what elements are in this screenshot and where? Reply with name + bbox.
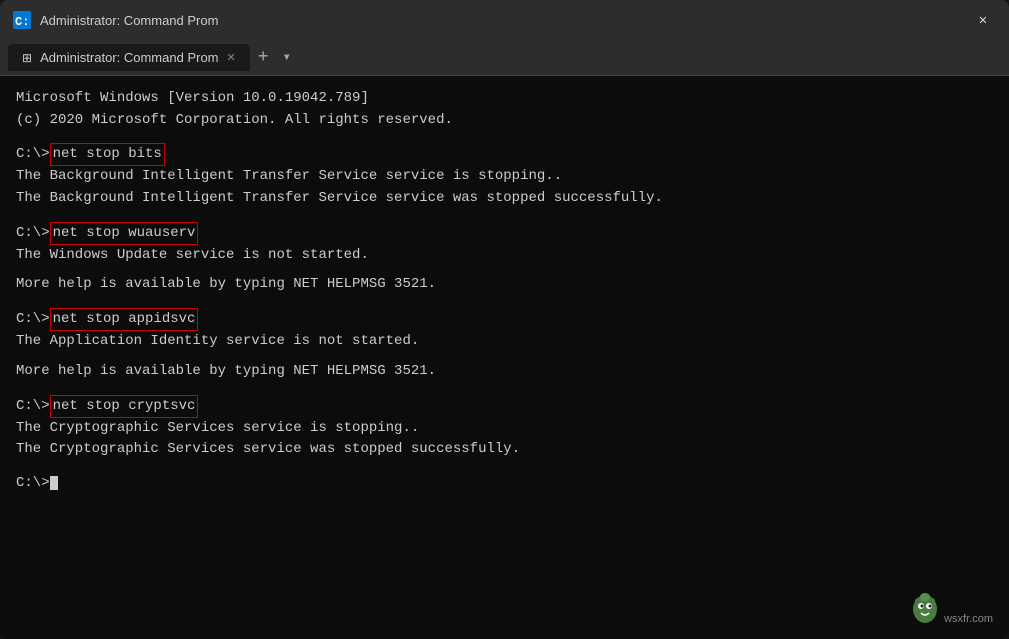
output-helpmsg-2: More help is available by typing NET HEL… xyxy=(16,361,993,383)
output-cryptsvc-stopping: The Cryptographic Services service is st… xyxy=(16,418,993,440)
output-line-2: (c) 2020 Microsoft Corporation. All righ… xyxy=(16,110,993,132)
output-line-1: Microsoft Windows [Version 10.0.19042.78… xyxy=(16,88,993,110)
tab-close-button[interactable]: ✕ xyxy=(227,51,236,64)
cmd1-highlight: net stop bits xyxy=(50,143,165,166)
prompt-3: C:\> xyxy=(16,309,50,330)
tab-label: Administrator: Command Prom xyxy=(40,50,218,65)
output-bits-stopped: The Background Intelligent Transfer Serv… xyxy=(16,188,993,210)
new-tab-button[interactable]: + xyxy=(250,48,277,68)
terminal-body[interactable]: Microsoft Windows [Version 10.0.19042.78… xyxy=(0,76,1009,639)
titlebar: C: Administrator: Command Prom ✕ xyxy=(0,0,1009,40)
cmd3-highlight: net stop appidsvc xyxy=(50,308,199,331)
command-line-3: C:\>net stop appidsvc xyxy=(16,308,993,331)
watermark: wsxfr.com xyxy=(910,591,993,627)
titlebar-title: Administrator: Command Prom xyxy=(40,13,969,28)
prompt-4: C:\> xyxy=(16,396,50,417)
tab-dropdown-button[interactable]: ▾ xyxy=(277,49,297,66)
command-line-4: C:\>net stop cryptsvc xyxy=(16,395,993,418)
app-icon: C: xyxy=(12,10,32,30)
final-prompt: C:\> xyxy=(16,473,50,494)
output-appidsvc: The Application Identity service is not … xyxy=(16,331,993,353)
final-prompt-line: C:\> xyxy=(16,473,993,494)
prompt-1: C:\> xyxy=(16,144,50,165)
svg-text:C:: C: xyxy=(15,15,29,29)
cmd4-highlight: net stop cryptsvc xyxy=(50,395,199,418)
output-wuauserv: The Windows Update service is not starte… xyxy=(16,245,993,267)
command-prompt-window: C: Administrator: Command Prom ✕ ⊞ Admin… xyxy=(0,0,1009,639)
watermark-icon xyxy=(910,591,940,627)
cmd2-highlight: net stop wuauserv xyxy=(50,222,199,245)
cursor xyxy=(50,476,58,490)
command-line-2: C:\>net stop wuauserv xyxy=(16,222,993,245)
command-line-1: C:\>net stop bits xyxy=(16,143,993,166)
close-button[interactable]: ✕ xyxy=(969,6,997,34)
tab-bar: ⊞ Administrator: Command Prom ✕ + ▾ xyxy=(0,40,1009,76)
active-tab[interactable]: ⊞ Administrator: Command Prom ✕ xyxy=(8,44,250,71)
output-cryptsvc-stopped: The Cryptographic Services service was s… xyxy=(16,439,993,461)
output-helpmsg-1: More help is available by typing NET HEL… xyxy=(16,274,993,296)
tab-icon: ⊞ xyxy=(22,51,32,65)
prompt-2: C:\> xyxy=(16,223,50,244)
output-bits-stopping: The Background Intelligent Transfer Serv… xyxy=(16,166,993,188)
watermark-text: wsxfr.com xyxy=(944,611,993,628)
titlebar-controls: ✕ xyxy=(969,6,997,34)
